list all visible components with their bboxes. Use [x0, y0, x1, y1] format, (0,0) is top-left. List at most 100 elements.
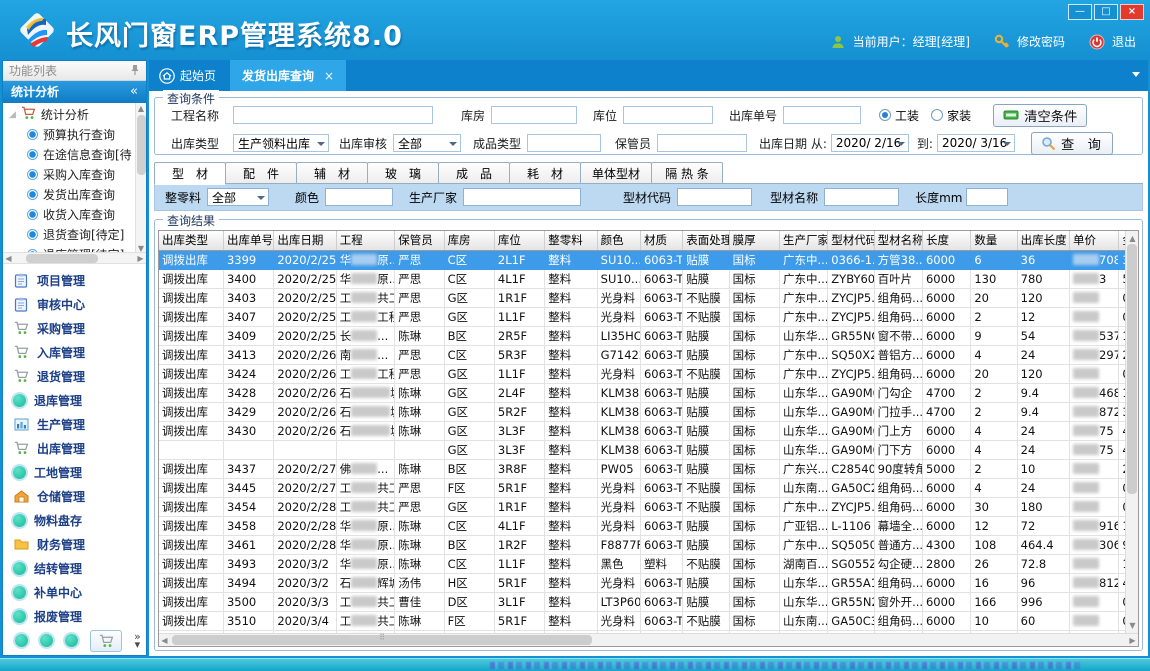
table-row[interactable]: 调拨出库34932020/3/2华原...陈琳C区1L1F整料黑色塑料不贴膜国标… — [159, 554, 1125, 573]
tab-home[interactable]: 起始页 — [149, 60, 230, 91]
tree-root-statistics[interactable]: ◢统计分析 — [9, 105, 146, 125]
scroll-left-icon[interactable]: ◀ — [3, 254, 14, 263]
table-row[interactable]: 调拨出库35102020/3/4工共工程陈琳F区5R1F整料光身料6063-T5… — [159, 611, 1125, 630]
table-row[interactable]: 调拨出库34942020/3/2石辉城汤伟H区5R1F整料光身料6063-T5贴… — [159, 573, 1125, 592]
material-tab-型材[interactable]: 型 材 — [154, 162, 226, 184]
table-row[interactable]: 调拨出库35002020/3/3工共工程曹佳D区3L1F整料LT3P606063… — [159, 592, 1125, 611]
sidebar-item-补单中心[interactable]: 补单中心 — [3, 580, 146, 604]
sidebar-item-结转管理[interactable]: 结转管理 — [3, 556, 146, 580]
table-row[interactable]: 调拨出库34072020/2/25工工程严思G区1L1F整料光身料6063-T5… — [159, 307, 1125, 326]
material-tab-单体型材[interactable]: 单体型材 — [580, 162, 652, 184]
column-header[interactable]: 材质 — [640, 231, 682, 250]
grid-horizontal-scrollbar[interactable]: ◀ ▶ — [159, 633, 1138, 646]
radio-gongzhuang[interactable]: 工装 — [879, 107, 919, 124]
column-header[interactable]: 型材代码 — [828, 231, 874, 250]
product-type-input[interactable] — [527, 134, 601, 152]
change-password-link[interactable]: 修改密码 — [1017, 33, 1065, 50]
tree-horizontal-scrollbar[interactable]: ◀ ▶ — [3, 252, 146, 263]
sidebar-item-采购管理[interactable]: 采购管理 — [3, 316, 146, 340]
sidebar-item-工地管理[interactable]: 工地管理 — [3, 460, 146, 484]
grid-vertical-scrollbar[interactable]: ▲ ▼ — [1125, 231, 1138, 633]
column-header[interactable]: 库房 — [444, 231, 494, 250]
tab-close-icon[interactable]: × — [324, 69, 334, 83]
table-row[interactable]: G区3L3F整料KLM38176063-T5贴膜国标山东华...GA90M09.… — [159, 440, 1125, 459]
column-header[interactable]: 表面处理 — [683, 231, 729, 250]
column-header[interactable]: 出库长度 — [1017, 231, 1069, 250]
scroll-up-icon[interactable]: ▲ — [1126, 233, 1138, 244]
material-tab-辅材[interactable]: 辅 材 — [296, 162, 368, 184]
scroll-right-icon[interactable]: ▶ — [135, 254, 146, 263]
tab-list-dropdown-icon[interactable] — [1132, 72, 1140, 77]
sidebar-item-审核中心[interactable]: 审核中心 — [3, 292, 146, 316]
profile-code-input[interactable] — [677, 188, 752, 206]
column-header[interactable]: 出库日期 — [274, 231, 336, 250]
tree-item[interactable]: 预算执行查询 — [9, 125, 146, 145]
tab-shipping-outbound-query[interactable]: 发货出库查询 × — [230, 60, 346, 91]
warehouse-input[interactable] — [491, 106, 577, 124]
column-header[interactable]: 长度 — [922, 231, 970, 250]
table-row[interactable]: 调拨出库34242020/2/26工工程严思G区1L1F整料光身料6063-T5… — [159, 364, 1125, 383]
location-input[interactable] — [623, 106, 713, 124]
scroll-right-icon[interactable]: ▶ — [1127, 636, 1138, 645]
tree-item[interactable]: 发货出库查询 — [9, 185, 146, 205]
tree-item[interactable]: 在途信息查询[待 — [9, 145, 146, 165]
column-header[interactable]: 出库类型 — [159, 231, 223, 250]
out-type-select[interactable]: 生产领料出库 — [233, 134, 329, 152]
circle-icon[interactable] — [65, 634, 78, 647]
sidebar-item-退货管理[interactable]: 退货管理 — [3, 364, 146, 388]
material-tab-耗材[interactable]: 耗 材 — [509, 162, 581, 184]
column-header[interactable]: 整零料 — [545, 231, 597, 250]
tree-item[interactable]: 退货查询[待定] — [9, 225, 146, 245]
expander-icon[interactable]: ◢ — [9, 110, 16, 120]
close-button[interactable]: × — [1120, 4, 1144, 20]
table-row[interactable]: 调拨出库34032020/2/25工共工程严思G区1R1F整料光身料6063-T… — [159, 288, 1125, 307]
manufacturer-input[interactable] — [463, 188, 581, 206]
column-header[interactable]: 数量 — [971, 231, 1017, 250]
sidebar-item-财务管理[interactable]: 财务管理 — [3, 532, 146, 556]
scroll-up-icon[interactable]: ▲ — [136, 103, 146, 114]
search-button[interactable]: 查 询 — [1031, 132, 1113, 155]
column-header[interactable]: 库位 — [494, 231, 544, 250]
date-from-picker[interactable]: 2020/ 2/16 — [831, 134, 909, 152]
color-input[interactable] — [325, 188, 393, 206]
column-header[interactable]: 型材名称 — [874, 231, 922, 250]
pin-icon[interactable] — [130, 64, 140, 76]
table-row[interactable]: 调拨出库34282020/2/26石城陈琳G区2L4F整料KLM38176063… — [159, 383, 1125, 402]
material-tab-玻璃[interactable]: 玻 璃 — [367, 162, 439, 184]
collapse-icon[interactable]: « — [130, 84, 138, 99]
maximize-button[interactable]: □ — [1094, 4, 1118, 20]
whole-part-select[interactable]: 全部 — [207, 188, 269, 206]
scroll-left-icon[interactable]: ◀ — [159, 636, 170, 645]
length-input[interactable] — [966, 188, 1008, 206]
material-tab-配件[interactable]: 配 件 — [225, 162, 297, 184]
table-row[interactable]: 调拨出库33992020/2/25华原...严思C区2L1F整料SU10...6… — [159, 250, 1125, 269]
table-row[interactable]: 调拨出库34582020/2/28华原...陈琳C区4L1F整料光身料6063-… — [159, 516, 1125, 535]
column-header[interactable]: 出库单号 — [223, 231, 273, 250]
sidebar-item-入库管理[interactable]: 入库管理 — [3, 340, 146, 364]
tree-item[interactable]: 收货入库查询 — [9, 205, 146, 225]
scroll-down-icon[interactable]: ▼ — [1126, 620, 1138, 631]
table-row[interactable]: 调拨出库34292020/2/26石城陈琳G区5R2F整料KLM38176063… — [159, 402, 1125, 421]
circle-icon[interactable] — [40, 634, 53, 647]
tree-item[interactable]: 采购入库查询 — [9, 165, 146, 185]
table-row[interactable]: 调拨出库34092020/2/25长...陈琳B区2R5F整料LI35HO606… — [159, 326, 1125, 345]
clear-conditions-button[interactable]: 清空条件 — [993, 104, 1087, 127]
radio-jiazhuang[interactable]: 家装 — [931, 107, 971, 124]
sidebar-item-退库管理[interactable]: 退库管理 — [3, 388, 146, 412]
table-row[interactable]: 调拨出库34002020/2/25华原...严思C区4L1F整料SU10...6… — [159, 269, 1125, 288]
date-to-picker[interactable]: 2020/ 3/16 — [937, 134, 1015, 152]
material-tab-成品[interactable]: 成 品 — [438, 162, 510, 184]
column-header[interactable]: 保管员 — [395, 231, 444, 250]
minimize-button[interactable]: — — [1068, 4, 1092, 20]
material-tab-隔热条[interactable]: 隔 热 条 — [651, 162, 723, 184]
logout-link[interactable]: 退出 — [1112, 33, 1136, 50]
profile-name-input[interactable] — [824, 188, 899, 206]
table-row[interactable]: 调拨出库34302020/2/26石城陈琳G区3L3F整料KLM38176063… — [159, 421, 1125, 440]
sidebar-item-报废管理[interactable]: 报废管理 — [3, 604, 146, 628]
cart-shortcut-button[interactable] — [90, 630, 122, 652]
column-header[interactable]: 颜色 — [597, 231, 640, 250]
sidebar-item-物料盘存[interactable]: 物料盘存 — [3, 508, 146, 532]
circle-icon[interactable] — [15, 634, 28, 647]
table-row[interactable]: 调拨出库34132020/2/26南...严思C区5R3F整料G71422606… — [159, 345, 1125, 364]
column-header[interactable]: 工程 — [336, 231, 394, 250]
